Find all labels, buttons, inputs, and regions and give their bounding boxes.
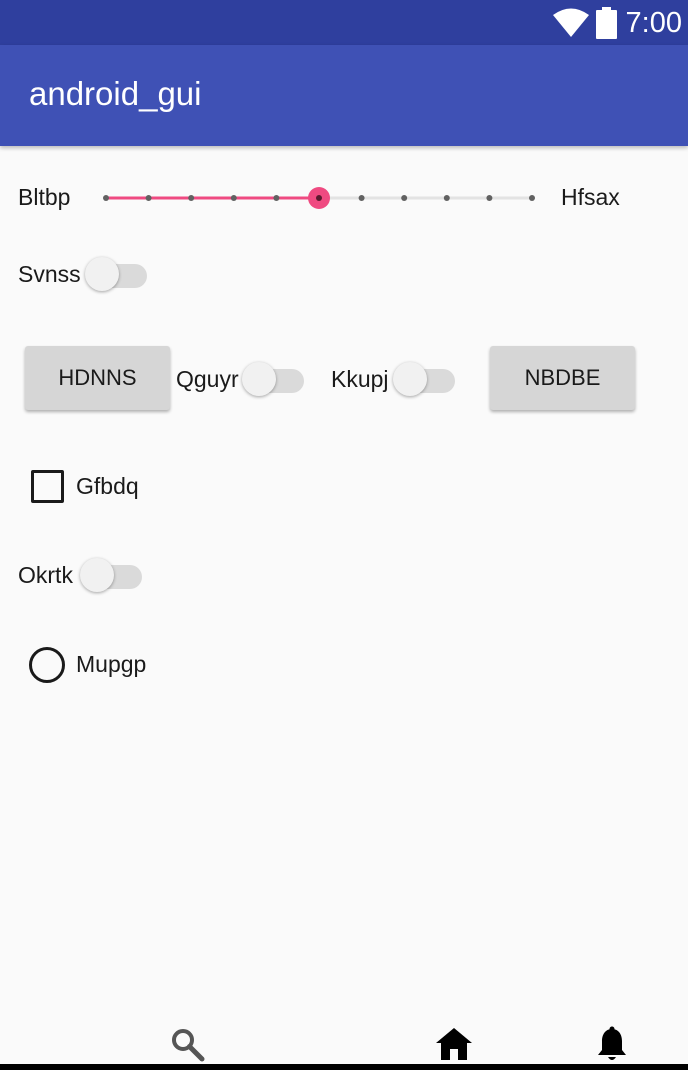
app-title: android_gui	[29, 75, 202, 112]
seekbar-left-label: Bltbp	[18, 184, 71, 210]
switch-svnss[interactable]	[85, 253, 151, 293]
nbdbe-button[interactable]: NBDBE	[490, 346, 635, 410]
seekbar-tick	[103, 195, 109, 201]
switch-kkupj[interactable]	[393, 358, 459, 398]
seekbar-tick	[529, 195, 535, 201]
seekbar-tick	[230, 195, 237, 201]
seekbar[interactable]	[96, 176, 544, 220]
gfbdq-checkbox-label[interactable]: Gfbdq	[76, 472, 139, 500]
switch-kkupj-label: Kkupj	[331, 366, 389, 392]
switch-thumb	[80, 558, 114, 592]
seekbar-tick	[443, 195, 450, 201]
switch-okrtk[interactable]	[80, 554, 146, 594]
switch-qguyr[interactable]	[242, 358, 308, 398]
seekbar-tick	[358, 195, 365, 201]
switch-thumb	[393, 362, 427, 396]
bottom-edge	[0, 1064, 688, 1070]
bell-icon[interactable]	[596, 1026, 628, 1064]
switch-qguyr-label: Qguyr	[176, 366, 239, 392]
seekbar-track[interactable]	[96, 176, 544, 220]
home-icon[interactable]	[435, 1027, 473, 1061]
battery-icon	[596, 7, 617, 39]
status-time: 7:00	[625, 7, 682, 39]
screen: 7:00 android_gui Bltbp Hfsax Svnss HDNNS…	[0, 0, 688, 1070]
seekbar-tick	[188, 195, 195, 201]
search-icon[interactable]	[170, 1027, 206, 1063]
status-bar: 7:00	[0, 0, 688, 45]
gfbdq-checkbox[interactable]	[31, 470, 64, 503]
switch-thumb	[242, 362, 276, 396]
seekbar-tick	[273, 195, 280, 201]
switch-okrtk-label: Okrtk	[18, 562, 73, 588]
seekbar-tick	[401, 195, 408, 201]
hdnns-button[interactable]: HDNNS	[25, 346, 170, 410]
switch-thumb	[85, 257, 119, 291]
mupgp-radio-label[interactable]: Mupgp	[76, 650, 146, 678]
seekbar-tick	[486, 195, 493, 201]
switch-svnss-label: Svnss	[18, 261, 81, 287]
seekbar-right-label: Hfsax	[561, 184, 620, 210]
app-bar: android_gui	[0, 45, 688, 146]
seekbar-thumb-tick	[316, 195, 322, 201]
seekbar-tick	[145, 195, 152, 201]
mupgp-radio[interactable]	[29, 647, 65, 683]
wifi-icon	[553, 8, 589, 37]
